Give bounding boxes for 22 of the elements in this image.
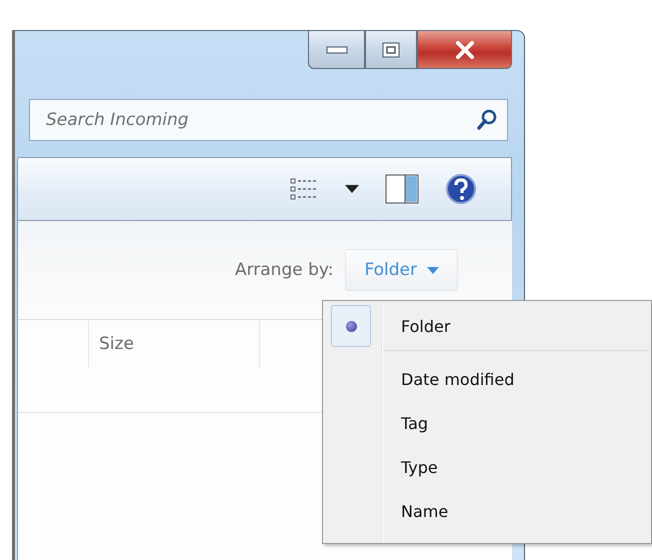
dropdown-caret-icon[interactable]: [345, 185, 359, 193]
search-input[interactable]: Search Incoming: [44, 109, 477, 131]
preview-pane-icon[interactable]: [385, 174, 419, 204]
search-icon: [477, 109, 497, 131]
close-button[interactable]: [417, 31, 512, 69]
caret-icon: [427, 266, 439, 274]
menu-item[interactable]: Type: [383, 445, 438, 489]
maximize-icon: [382, 42, 400, 58]
minimize-button[interactable]: [308, 31, 365, 69]
menu-item[interactable]: Folder: [383, 304, 450, 348]
view-list-icon[interactable]: [289, 176, 319, 202]
menu-item[interactable]: Tag: [383, 401, 428, 445]
column-header[interactable]: Size: [88, 320, 260, 368]
menu-item[interactable]: Name: [383, 489, 448, 533]
arrange-by-label: Arrange by:: [234, 260, 334, 280]
radio-dot-icon: [346, 320, 356, 332]
close-icon: [454, 40, 474, 58]
help-icon[interactable]: [445, 173, 477, 205]
maximize-button[interactable]: [365, 31, 417, 69]
search-field[interactable]: Search Incoming: [29, 99, 508, 141]
minimize-icon: [326, 46, 348, 54]
menu-item[interactable]: Date modified: [383, 357, 514, 401]
